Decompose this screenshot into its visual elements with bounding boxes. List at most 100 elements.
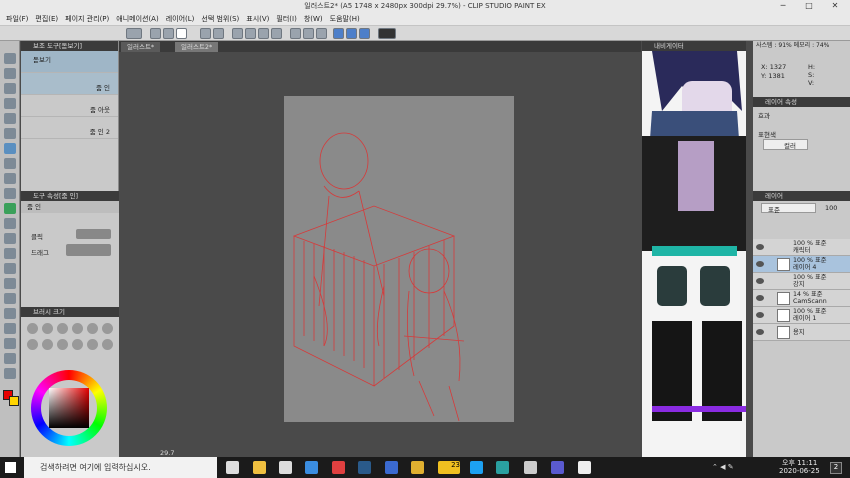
pencil-tool-icon[interactable] [4,173,16,184]
brush-size-preset[interactable] [27,339,38,350]
drag-option-button[interactable] [66,244,111,256]
snap-ruler-icon[interactable] [333,28,344,39]
notification-icon[interactable]: 2 [830,462,842,474]
eye-icon[interactable] [756,261,764,267]
figure-tool-icon[interactable] [4,293,16,304]
show-selection-icon[interactable] [316,28,327,39]
transform-icon[interactable] [245,28,256,39]
brush-size-preset[interactable] [27,323,38,334]
taskbar-search[interactable]: 검색하려면 여기에 입력하십시오. [24,457,217,478]
layer-row[interactable]: 14 % 표준 CamScann [753,290,850,307]
layer-row-selected[interactable]: 100 % 표준 레이어 4 [753,256,850,273]
close-icon[interactable]: ✕ [822,0,848,12]
snap-grid-icon[interactable] [359,28,370,39]
canvas-paper[interactable] [284,96,514,422]
eyedropper-icon[interactable] [4,143,16,154]
menu-window[interactable]: 창(W) [304,14,323,24]
ruler-tool-icon[interactable] [4,323,16,334]
frame-tool-icon[interactable] [4,308,16,319]
eye-icon[interactable] [756,278,764,284]
brush-size-preset[interactable] [57,323,68,334]
invert-selection-icon[interactable] [303,28,314,39]
tray-icons[interactable]: ⌃ ◀ ✎ [712,463,752,473]
auto-select-icon[interactable] [4,128,16,139]
layer-row[interactable]: 100 % 표준 강지 [753,273,850,290]
open-icon[interactable] [163,28,174,39]
menu-filter[interactable]: 필터(I) [276,14,296,24]
tab-illust2[interactable]: 일러스트2* [175,42,219,52]
brush-size-preset[interactable] [72,339,83,350]
brush-size-preset[interactable] [102,323,113,334]
help-icon[interactable] [378,28,396,39]
app-icon[interactable] [332,461,345,474]
windows-start-icon[interactable] [5,462,16,473]
save-icon[interactable] [176,28,187,39]
eye-icon[interactable] [756,244,764,250]
move-tool-icon[interactable] [4,68,16,79]
brush-size-preset[interactable] [42,339,53,350]
file-explorer-icon[interactable] [253,461,266,474]
text-tool-icon[interactable] [4,338,16,349]
store-icon[interactable] [279,461,292,474]
maximize-icon[interactable]: □ [796,0,822,12]
correct-line-tool-icon[interactable] [4,368,16,379]
sub-color-swatch[interactable] [9,396,19,406]
edge-icon[interactable] [305,461,318,474]
menu-edit[interactable]: 편집(E) [35,14,58,24]
tab-illust1[interactable]: 일러스트* [121,42,161,52]
eye-icon[interactable] [756,329,764,335]
color-select[interactable]: 컬러 [763,139,808,150]
balloon-tool-icon[interactable] [4,353,16,364]
kakaotalk-icon[interactable]: 23 [438,461,460,474]
menu-view[interactable]: 표시(V) [246,14,269,24]
new-icon[interactable] [150,28,161,39]
edge-new-icon[interactable] [496,461,509,474]
clip-studio-icon[interactable] [126,28,142,39]
saturation-value-box[interactable] [49,388,89,428]
operation-tool-icon[interactable] [4,83,16,94]
navigator-tab[interactable]: 내비게이터 [642,41,746,51]
clock-date[interactable]: 2020-06-25 [779,467,820,475]
brush-size-preset[interactable] [102,339,113,350]
menu-selection[interactable]: 선택 범위(S) [201,14,239,24]
chrome-icon[interactable] [411,461,424,474]
layer-row[interactable]: 100 % 표준 캐릭터 [753,239,850,256]
twitter-icon[interactable] [470,461,483,474]
fill-icon[interactable] [258,28,269,39]
blend-mode-select[interactable]: 표준 [761,203,816,214]
selection-tool-icon[interactable] [4,113,16,124]
subtool-item[interactable]: 돋보기 [21,51,118,73]
eye-icon[interactable] [756,312,764,318]
layer-move-icon[interactable] [4,98,16,109]
undo-icon[interactable] [200,28,211,39]
layer-row[interactable]: 용지 [753,324,850,341]
crop-icon[interactable] [271,28,282,39]
clear-icon[interactable] [232,28,243,39]
minimize-icon[interactable]: ─ [770,0,796,12]
airbrush-tool-icon[interactable] [4,203,16,214]
layer-row[interactable]: 100 % 표준 레이어 1 [753,307,850,324]
brush-size-preset[interactable] [87,339,98,350]
clip-studio-paint-icon[interactable] [578,461,591,474]
menu-help[interactable]: 도움말(H) [330,14,360,24]
task-view-icon[interactable] [226,461,239,474]
snap-special-ruler-icon[interactable] [346,28,357,39]
click-option-button[interactable] [76,229,111,239]
clip-studio-icon[interactable] [524,461,537,474]
brush-tool-icon[interactable] [4,188,16,199]
subtool-item[interactable]: 줌 아웃 [21,95,118,117]
eraser-tool-icon[interactable] [4,233,16,244]
zoom-tool-icon[interactable] [4,53,16,64]
menu-file[interactable]: 파일(F) [6,14,28,24]
menu-layer[interactable]: 레이어(L) [166,14,195,24]
subtool-item[interactable]: 줌 인 [21,73,118,95]
app-icon[interactable] [551,461,564,474]
subtool-item[interactable]: 줌 인 2 [21,117,118,139]
decoration-tool-icon[interactable] [4,218,16,229]
eye-icon[interactable] [756,295,764,301]
opacity-value[interactable]: 100 [825,204,837,212]
steam-icon[interactable] [358,461,371,474]
deselect-icon[interactable] [290,28,301,39]
menu-animation[interactable]: 애니메이션(A) [116,14,158,24]
brush-size-preset[interactable] [57,339,68,350]
